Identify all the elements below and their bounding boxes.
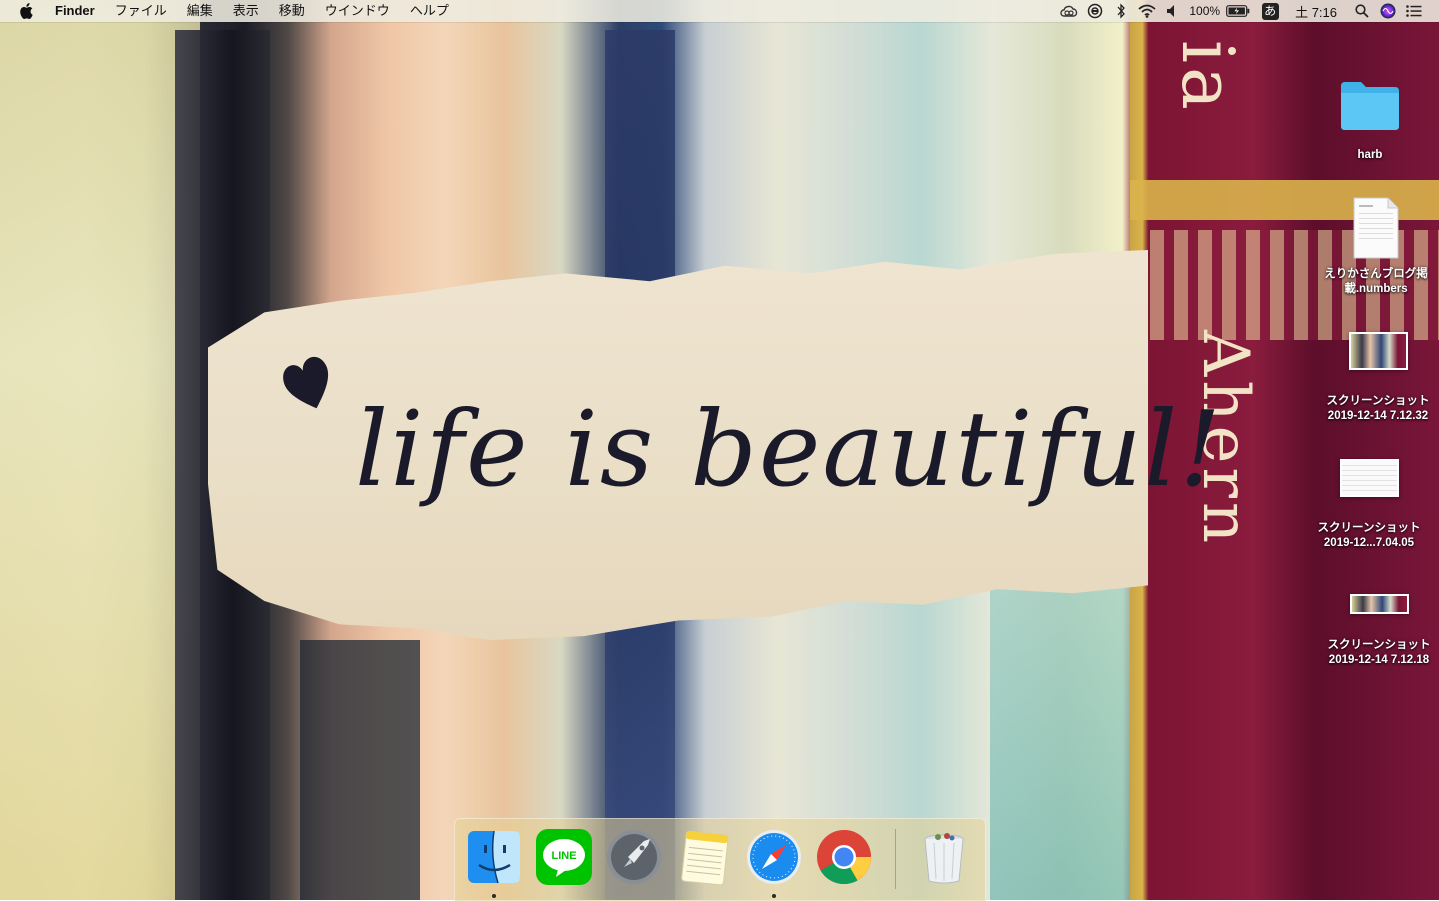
finder-running-indicator xyxy=(492,894,496,898)
desktop-item-screenshot-3[interactable]: スクリーンショット 2019-12-14 7.12.18 xyxy=(1314,594,1439,668)
creative-cloud-icon[interactable] xyxy=(1058,0,1080,22)
screenshot-thumbnail xyxy=(1348,332,1408,370)
safari-icon[interactable] xyxy=(744,827,804,887)
desktop-item-label-line1: えりかさんブログ掲 xyxy=(1324,268,1428,280)
menu-go[interactable]: 移動 xyxy=(269,0,315,22)
battery-icon[interactable] xyxy=(1225,0,1251,22)
dock-separator xyxy=(895,829,896,889)
dock: LINE xyxy=(454,818,986,901)
sync-status-icon[interactable] xyxy=(1084,0,1106,22)
wallpaper-blur-region xyxy=(0,0,200,900)
screenshot-thumbnail xyxy=(1339,459,1399,497)
desktop-item-harb[interactable]: harb xyxy=(1305,80,1435,163)
numbers-document-icon xyxy=(1353,197,1399,259)
notes-icon[interactable] xyxy=(674,827,734,887)
battery-percent[interactable]: 100% xyxy=(1186,4,1223,18)
safari-running-indicator xyxy=(772,894,776,898)
desktop-item-label-line2: 2019-12-14 7.12.18 xyxy=(1328,654,1430,666)
bluetooth-icon[interactable] xyxy=(1110,0,1132,22)
folder-icon xyxy=(1341,82,1399,130)
menu-view[interactable]: 表示 xyxy=(223,0,269,22)
desktop-item-numbers-doc[interactable]: えりかさんブログ掲 載.numbers xyxy=(1311,197,1439,297)
desktop-item-label-line2: 2019-12-14 7.12.32 xyxy=(1327,410,1429,422)
menu-bar-clock[interactable]: 土 7:16 xyxy=(1283,2,1345,21)
spotlight-search-icon[interactable] xyxy=(1351,0,1373,22)
desktop-item-label-line1: スクリーンショット xyxy=(1317,522,1421,534)
desktop-item-label-line1: スクリーンショット xyxy=(1326,395,1430,407)
menu-bar-left: Finder ファイル 編集 表示 移動 ウインドウ ヘルプ xyxy=(0,0,459,22)
desktop-item-label: harb xyxy=(1357,149,1383,161)
menu-bar: Finder ファイル 編集 表示 移動 ウインドウ ヘルプ 100% あ 土 … xyxy=(0,0,1439,22)
menu-help[interactable]: ヘルプ xyxy=(400,0,459,22)
trash-icon[interactable] xyxy=(914,827,974,887)
chrome-icon[interactable] xyxy=(814,827,874,887)
line-icon[interactable]: LINE xyxy=(534,827,594,887)
wallpaper-teal-book xyxy=(990,540,1130,900)
wallpaper-note-text: life is beautiful! xyxy=(355,388,1223,510)
menu-file[interactable]: ファイル xyxy=(105,0,177,22)
menu-window[interactable]: ウインドウ xyxy=(315,0,400,22)
input-method-icon[interactable]: あ xyxy=(1259,0,1281,22)
volume-icon[interactable] xyxy=(1162,0,1184,22)
wallpaper-dark-book-2 xyxy=(300,640,420,900)
siri-icon[interactable] xyxy=(1377,0,1399,22)
menu-bar-right: 100% あ 土 7:16 xyxy=(1056,0,1439,22)
book-spine-text-top: ia xyxy=(1166,40,1250,114)
desktop-item-label-line2: 載.numbers xyxy=(1344,283,1408,295)
desktop-item-screenshot-1[interactable]: スクリーンショット 2019-12-14 7.12.32 xyxy=(1313,332,1439,424)
launchpad-icon[interactable] xyxy=(604,827,664,887)
desktop-item-screenshot-2[interactable]: スクリーンショット 2019-12...7.04.05 xyxy=(1304,459,1434,551)
notification-center-icon[interactable] xyxy=(1403,0,1425,22)
wifi-icon[interactable] xyxy=(1136,0,1158,22)
screenshot-thumbnail xyxy=(1349,594,1409,614)
desktop-item-label-line1: スクリーンショット xyxy=(1327,639,1431,651)
menu-app-name[interactable]: Finder xyxy=(51,0,105,22)
heart-icon xyxy=(283,356,329,409)
input-method-label: あ xyxy=(1261,2,1279,20)
desktop-item-label-line2: 2019-12...7.04.05 xyxy=(1323,537,1415,549)
apple-menu-icon[interactable] xyxy=(19,3,33,19)
finder-icon[interactable] xyxy=(464,827,524,887)
line-icon-label: LINE xyxy=(551,850,576,862)
desktop-wallpaper: ia Ahern life is beautiful! xyxy=(0,0,1439,900)
menu-edit[interactable]: 編集 xyxy=(177,0,223,22)
